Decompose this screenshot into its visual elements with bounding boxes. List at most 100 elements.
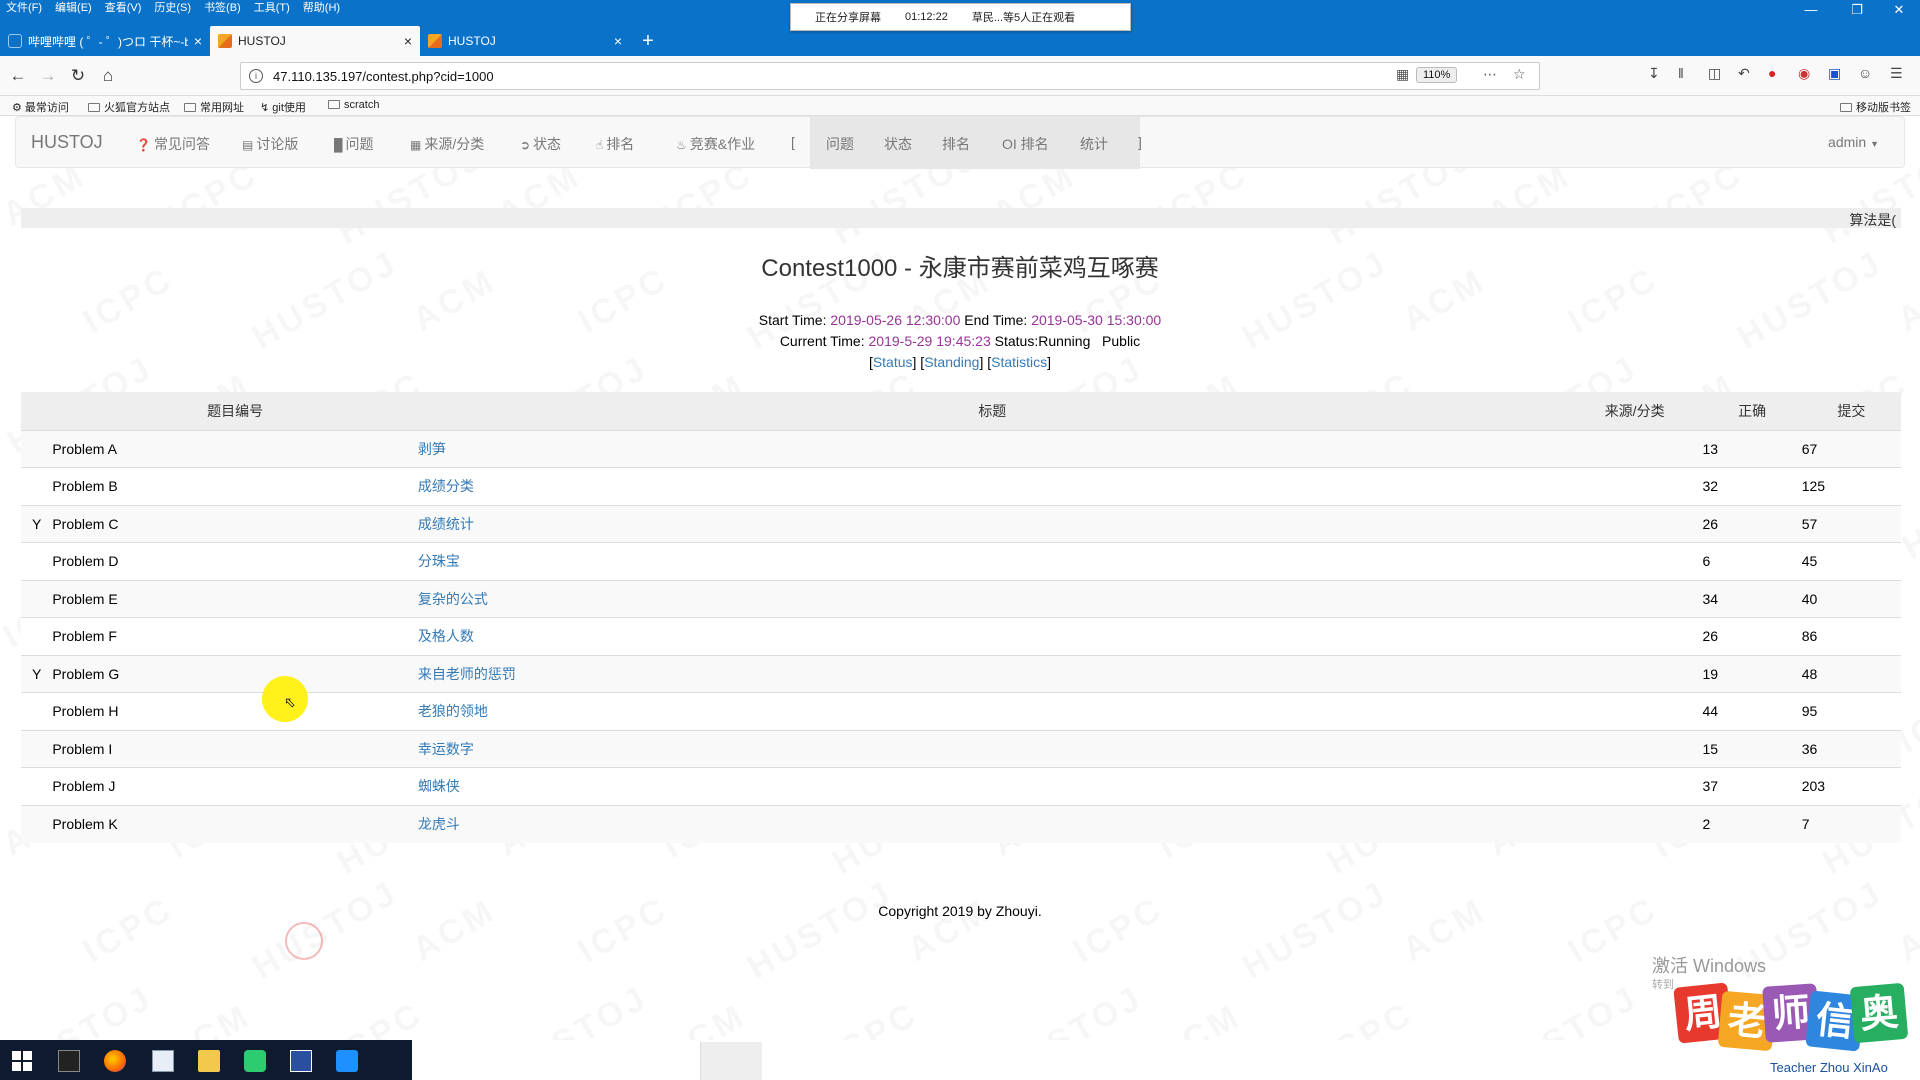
address-bar[interactable]: i 47.110.135.197/contest.php?cid=1000 ▦ … <box>240 62 1540 90</box>
problem-source <box>1566 617 1703 655</box>
problem-source <box>1566 579 1703 618</box>
contest-nav-status[interactable]: 状态 <box>884 134 912 154</box>
devcpp-icon[interactable] <box>290 1050 312 1072</box>
contest-nav-standing[interactable]: 排名 <box>942 134 970 154</box>
problem-title-link[interactable]: 剥笋 <box>418 441 446 457</box>
tab-bilibili[interactable]: 哔哩哔哩 ( ゜- ゜)つロ 干杯~-b × <box>0 26 210 56</box>
tab-hustoj[interactable]: HUSTOJ × <box>420 26 630 56</box>
nav-problems[interactable]: █ 问题 <box>334 134 374 154</box>
menu-bookmarks[interactable]: 书签(B) <box>198 0 248 16</box>
bookmark-firefox-site[interactable]: 火狐官方站点 <box>88 99 170 115</box>
menu-file[interactable]: 文件(F) <box>0 0 49 16</box>
bookmark-git[interactable]: ↯ git使用 <box>260 99 306 115</box>
tab-close-icon[interactable]: × <box>404 33 412 49</box>
terminal-icon[interactable] <box>58 1050 80 1072</box>
site-info-icon[interactable]: i <box>249 69 263 83</box>
back-arrow-icon[interactable]: ← <box>6 64 30 88</box>
bookmark-common-urls[interactable]: 常用网址 <box>184 99 244 115</box>
hustoj-favicon-icon <box>218 34 232 48</box>
nav-contest[interactable]: ♨ 竞赛&作业 <box>676 134 755 154</box>
undo-icon[interactable]: ↶ <box>1738 65 1750 82</box>
bracket-close: ] <box>1138 134 1142 150</box>
nav-discuss[interactable]: ▤ 讨论版 <box>242 134 298 154</box>
nav-source-category[interactable]: ▦ 来源/分类 <box>410 134 484 154</box>
problem-title-link[interactable]: 分珠宝 <box>418 553 460 569</box>
url-text[interactable]: 47.110.135.197/contest.php?cid=1000 <box>273 69 494 84</box>
status-link[interactable]: Status <box>873 354 913 370</box>
problem-title-link[interactable]: 复杂的公式 <box>418 591 488 607</box>
nav-ranklist[interactable]: ☝ 排名 <box>596 134 634 154</box>
windows-start-icon[interactable] <box>12 1051 32 1071</box>
reload-icon[interactable]: ↻ <box>66 64 90 88</box>
page-actions-icon[interactable]: ⋯ <box>1483 66 1497 83</box>
user-menu[interactable]: admin ▼ <box>1828 134 1879 150</box>
problem-title-link[interactable]: 老狼的领地 <box>418 703 488 719</box>
file-explorer-icon[interactable] <box>198 1050 220 1072</box>
password-manager-icon[interactable]: ▣ <box>1828 65 1841 82</box>
bookmark-most-visited[interactable]: ⚙ 最常访问 <box>12 99 69 115</box>
download-icon[interactable]: ↧ <box>1648 65 1660 82</box>
caret-down-icon: ▼ <box>1870 139 1879 149</box>
nav-status[interactable]: ➲ 状态 <box>520 134 561 154</box>
nav-label: 问题 <box>345 136 374 152</box>
problem-source <box>1566 729 1703 768</box>
sidebar-icon[interactable]: ◫ <box>1708 65 1721 82</box>
vscode-icon[interactable] <box>336 1050 358 1072</box>
bookmark-star-icon[interactable]: ☆ <box>1513 66 1526 83</box>
hamburger-menu-icon[interactable]: ☰ <box>1890 65 1903 82</box>
menu-help[interactable]: 帮助(H) <box>297 0 347 16</box>
problem-title-link[interactable]: 龙虎斗 <box>418 816 460 832</box>
header-accepted[interactable]: 正确 <box>1702 392 1802 430</box>
nav-label: 竞赛&作业 <box>689 136 756 152</box>
problem-title-cell: 老狼的领地 <box>417 692 1567 730</box>
site-brand[interactable]: HUSTOJ <box>31 132 103 153</box>
contest-nav-statistics[interactable]: 统计 <box>1080 134 1108 154</box>
tab-close-icon[interactable]: × <box>194 33 202 49</box>
bookmark-mobile[interactable]: 移动版书签 <box>1840 99 1911 115</box>
qr-code-icon[interactable]: ▦ <box>1396 66 1409 83</box>
problem-title-link[interactable]: 成绩统计 <box>418 516 474 532</box>
adblock-icon[interactable]: ● <box>1768 65 1776 81</box>
problem-id: Problem E <box>52 579 418 618</box>
nav-faq[interactable]: ❓ 常见问答 <box>136 134 210 154</box>
new-tab-button[interactable]: + <box>630 26 666 56</box>
tab-hustoj-active[interactable]: HUSTOJ × <box>210 26 420 56</box>
bookmark-scratch[interactable]: scratch <box>328 99 379 111</box>
header-problem-id[interactable]: 题目编号 <box>52 392 418 430</box>
notepad-icon[interactable] <box>152 1050 174 1072</box>
forward-arrow-icon[interactable]: → <box>36 64 60 88</box>
menu-history[interactable]: 历史(S) <box>148 0 198 16</box>
contest-nav-problems[interactable]: 问题 <box>826 134 854 154</box>
header-source[interactable]: 来源/分类 <box>1566 392 1703 430</box>
nav-label: 排名 <box>606 136 635 152</box>
zoom-level[interactable]: 110% <box>1416 67 1458 83</box>
submit-count: 203 <box>1801 767 1901 805</box>
header-submitted[interactable]: 提交 <box>1801 392 1901 430</box>
menu-edit[interactable]: 编辑(E) <box>49 0 99 16</box>
problem-title-cell: 及格人数 <box>417 617 1567 655</box>
problem-title-link[interactable]: 幸运数字 <box>418 741 474 757</box>
menu-tools[interactable]: 工具(T) <box>248 0 297 16</box>
tab-strip: 哔哩哔哩 ( ゜- ゜)つロ 干杯~-b × HUSTOJ × HUSTOJ ×… <box>0 26 666 56</box>
restore-icon[interactable]: ❐ <box>1842 2 1872 18</box>
problem-title-link[interactable]: 蜘蛛侠 <box>418 778 460 794</box>
close-window-icon[interactable]: ✕ <box>1884 2 1914 18</box>
tab-close-icon[interactable]: × <box>614 33 622 49</box>
account-icon[interactable]: ☺ <box>1858 65 1872 81</box>
library-icon[interactable]: ‖ <box>1678 65 1684 81</box>
statistics-link[interactable]: Statistics <box>991 354 1047 370</box>
minimize-icon[interactable]: — <box>1796 2 1826 17</box>
problem-title-link[interactable]: 成绩分类 <box>418 478 474 494</box>
home-icon[interactable]: ⌂ <box>96 64 120 88</box>
extension-icon[interactable]: ◉ <box>1798 65 1810 82</box>
bracket-open: [ <box>791 134 795 150</box>
bookmark-label: 常用网址 <box>200 102 244 114</box>
problem-title-link[interactable]: 来自老师的惩罚 <box>418 666 516 682</box>
problem-title-link[interactable]: 及格人数 <box>418 628 474 644</box>
standing-link[interactable]: Standing <box>924 354 979 370</box>
contest-nav-oi-standing[interactable]: OI 排名 <box>1002 134 1049 154</box>
app-green-icon[interactable] <box>244 1050 266 1072</box>
menu-view[interactable]: 查看(V) <box>99 0 149 16</box>
header-title[interactable]: 标题 <box>417 392 1567 430</box>
firefox-icon[interactable] <box>104 1050 126 1072</box>
